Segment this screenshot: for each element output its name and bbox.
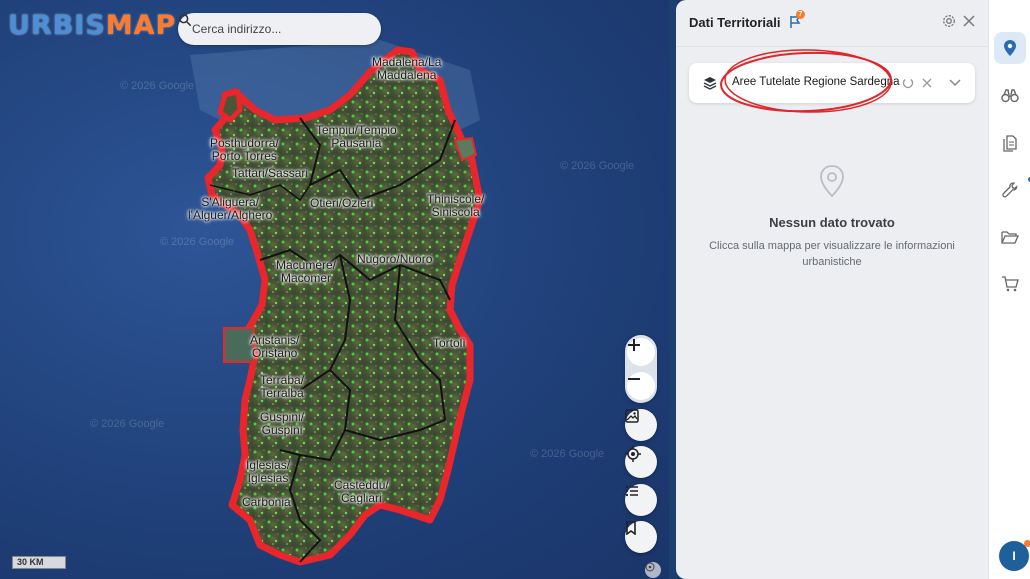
- zoom-in-button[interactable]: [627, 338, 655, 366]
- map-label: Iglesias/ Iglesias: [246, 458, 291, 485]
- zoom-out-button[interactable]: [627, 372, 655, 400]
- territorial-data-panel: Dati Territoriali 7 Aree Tutelate Region…: [676, 0, 988, 579]
- panel-title: Dati Territoriali: [689, 15, 781, 30]
- map-pin-icon: [820, 165, 844, 198]
- list-icon: [625, 485, 638, 497]
- logo-text-map: MAP: [105, 10, 177, 41]
- cart-tab[interactable]: [994, 268, 1026, 300]
- map-watermark: © 2026 Google: [120, 80, 195, 92]
- layers-list-button[interactable]: [625, 484, 657, 516]
- avatar-status-dot: [1024, 540, 1030, 547]
- alerts-count-badge: 7: [796, 10, 805, 19]
- location-pin-icon: [1004, 40, 1016, 56]
- logo-text-urbis: URBIS: [8, 10, 106, 41]
- territorial-data-tab[interactable]: [994, 32, 1026, 64]
- search-input[interactable]: [192, 22, 352, 36]
- map-label: Tempiu/Tempio Pausania: [316, 123, 397, 150]
- documents-tab[interactable]: [994, 127, 1026, 159]
- map-label: Guspini/ Guspini: [260, 410, 305, 437]
- alerts-button[interactable]: 7: [789, 10, 805, 28]
- empty-state-description: Clicca sulla mappa per visualizzare le i…: [709, 240, 955, 268]
- map-label: S'Aliguera/ l'Alguer/Alghero: [188, 195, 273, 222]
- gear-icon[interactable]: [942, 14, 956, 28]
- map-scale: 30 KM: [12, 556, 66, 569]
- folder-open-icon: [1001, 231, 1019, 244]
- zoom-controls: [625, 335, 657, 403]
- clear-icon[interactable]: [922, 78, 932, 88]
- map-label: Carbonia: [242, 495, 291, 509]
- map-label: Macumere/ Macomer: [276, 258, 337, 285]
- map-label: Posthudorra/ Porto Torres: [210, 136, 279, 163]
- wrench-icon: [1002, 182, 1018, 198]
- map-label: Terraba/ Terralba: [260, 373, 305, 400]
- info-icon: [645, 562, 655, 572]
- image-icon: [625, 409, 639, 423]
- bookmark-icon: [626, 521, 636, 535]
- locate-me-button[interactable]: [625, 446, 657, 478]
- attribution-button[interactable]: [645, 562, 661, 578]
- address-search-bar[interactable]: [178, 13, 381, 45]
- annotation-ellipse: [720, 49, 892, 113]
- map-label: Aristanis/ Oristano: [250, 333, 300, 360]
- app-window: URBISMAP Madalena/La Maddalena Tempiu/Te…: [0, 0, 1030, 579]
- explore-tab[interactable]: [994, 80, 1026, 112]
- map-label: Otieri/Ozieri: [310, 196, 374, 210]
- binoculars-icon: [1001, 89, 1019, 103]
- map-watermark: © 2026 Google: [160, 236, 235, 248]
- chevron-down-icon[interactable]: [949, 79, 961, 87]
- map-label: Nùgoro/Nuoro: [357, 252, 433, 266]
- map-watermark: © 2026 Google: [560, 160, 635, 172]
- map-canvas[interactable]: URBISMAP Madalena/La Maddalena Tempiu/Te…: [0, 0, 672, 579]
- plus-icon: [628, 339, 640, 351]
- tools-tab[interactable]: [994, 174, 1030, 206]
- basemap-button[interactable]: [625, 409, 657, 441]
- search-icon: [178, 13, 192, 27]
- map-label: Madalena/La Maddalena: [372, 55, 442, 82]
- empty-state-title: Nessun dato trovato: [769, 215, 895, 230]
- map-label: Tattari/Sassari: [232, 166, 309, 180]
- documents-icon: [1003, 134, 1017, 152]
- bookmark-button[interactable]: [625, 521, 657, 553]
- close-icon[interactable]: [963, 15, 975, 27]
- map-watermark: © 2026 Google: [90, 418, 165, 430]
- right-toolbar: I: [988, 0, 1030, 579]
- map-label: Casteddu/ Cagliari: [334, 478, 389, 505]
- minus-icon: [628, 378, 640, 380]
- crosshair-icon: [625, 446, 641, 462]
- map-watermark: © 2026 Google: [530, 448, 605, 460]
- folders-tab[interactable]: [994, 221, 1026, 253]
- map-label: Tortolì: [433, 336, 466, 350]
- loading-icon: [902, 77, 914, 89]
- map-label: Thiniscole/ Siniscola: [427, 192, 485, 219]
- urbismap-logo[interactable]: URBISMAP: [8, 10, 176, 41]
- shopping-cart-icon: [1002, 276, 1019, 292]
- layers-icon: [703, 77, 717, 90]
